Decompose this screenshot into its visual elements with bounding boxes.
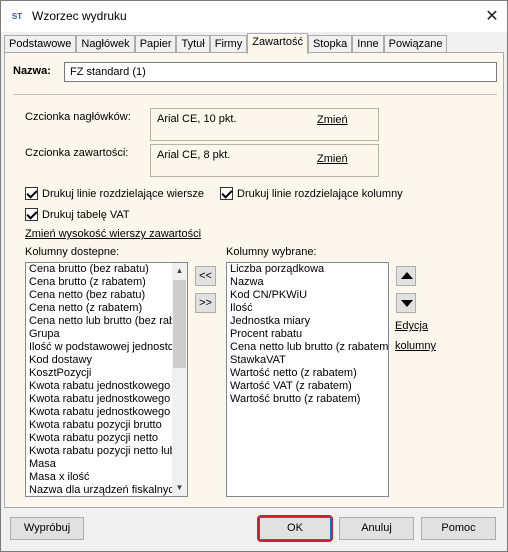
list-item[interactable]: Kwota rabatu pozycji netto xyxy=(26,432,187,445)
help-button[interactable]: Pomoc xyxy=(421,517,496,540)
selected-columns-list[interactable]: Liczba porządkowa Nazwa Kod CN/PKWiU Ilość J… xyxy=(226,262,389,497)
content-font-box: Arial CE, 8 pkt. Zmień xyxy=(150,144,379,177)
window-title: Wzorzec wydruku xyxy=(32,9,127,23)
list-item[interactable]: Cena netto lub brutto (z rabatem) xyxy=(227,341,388,354)
content-font-label: Czcionka zawartości: xyxy=(25,147,129,159)
arrow-up-icon xyxy=(401,272,413,279)
list-item[interactable]: Nazwa xyxy=(227,276,388,289)
ok-button-highlight xyxy=(257,515,333,542)
move-up-button[interactable] xyxy=(396,266,416,286)
list-item[interactable]: Cena netto (bez rabatu) xyxy=(26,289,187,302)
preview-button[interactable]: Wypróbuj xyxy=(10,517,84,540)
list-item[interactable]: Cena netto lub brutto (bez rabatu) xyxy=(26,315,187,328)
remove-column-button[interactable]: << xyxy=(195,266,216,286)
list-item[interactable]: Wartość VAT (z rabatem) xyxy=(227,380,388,393)
list-item[interactable]: Grupa xyxy=(26,328,187,341)
group-divider xyxy=(13,94,497,95)
list-item[interactable]: Procent rabatu xyxy=(227,328,388,341)
vertical-scrollbar[interactable]: ▲ ▼ xyxy=(172,263,187,496)
change-content-font-link[interactable]: Zmień xyxy=(317,153,348,165)
list-item[interactable]: Kwota rabatu pozycji brutto xyxy=(26,419,187,432)
name-input[interactable] xyxy=(64,62,497,82)
cancel-button[interactable]: Anuluj xyxy=(339,517,414,540)
add-column-button[interactable]: >> xyxy=(195,293,216,313)
list-item[interactable]: Cena netto (z rabatem) xyxy=(26,302,187,315)
available-columns-list[interactable]: Cena brutto (bez rabatu) Cena brutto (z r… xyxy=(25,262,188,497)
app-logo-icon: ST xyxy=(11,12,23,21)
content-tab-panel: Nazwa: Czcionka nagłówków: Arial CE, 10 … xyxy=(4,52,504,508)
list-item[interactable]: Ilość xyxy=(227,302,388,315)
list-item[interactable]: Masa xyxy=(26,458,187,471)
title-bar: ST Wzorzec wydruku ✕ xyxy=(1,1,507,32)
name-label: Nazwa: xyxy=(13,65,51,77)
vat-table-label: Drukuj tabelę VAT xyxy=(42,208,130,221)
edit-column-link-line1[interactable]: Edycja xyxy=(395,320,428,332)
list-item[interactable]: Masa x ilość xyxy=(26,471,187,484)
list-item[interactable]: Ilość w podstawowej jednostce xyxy=(26,341,187,354)
arrow-down-icon xyxy=(401,300,413,307)
list-item[interactable]: Cena brutto (z rabatem) xyxy=(26,276,187,289)
close-icon[interactable]: ✕ xyxy=(477,1,507,32)
col-lines-label: Drukuj linie rozdzielające kolumny xyxy=(237,187,403,200)
header-font-box: Arial CE, 10 pkt. Zmień xyxy=(150,108,379,141)
header-font-label: Czcionka nagłówków: xyxy=(25,111,131,123)
selected-columns-label: Kolumny wybrane: xyxy=(226,246,317,258)
available-items: Cena brutto (bez rabatu) Cena brutto (z r… xyxy=(26,263,187,496)
list-item[interactable]: Jednostka miary xyxy=(227,315,388,328)
vat-table-checkbox[interactable]: Drukuj tabelę VAT xyxy=(25,208,130,221)
move-down-button[interactable] xyxy=(396,293,416,313)
header-font-value: Arial CE, 10 pkt. xyxy=(157,113,237,125)
print-template-dialog: ST Wzorzec wydruku ✕ Podstawowe Nagłówek… xyxy=(0,0,508,552)
list-item[interactable]: Kwota rabatu jednostkowego xyxy=(26,393,187,406)
col-lines-checkbox[interactable]: Drukuj linie rozdzielające kolumny xyxy=(220,187,403,200)
scroll-down-icon[interactable]: ▼ xyxy=(172,480,187,496)
list-item[interactable]: Kwota rabatu jednostkowego xyxy=(26,406,187,419)
checkbox-checked-icon xyxy=(25,208,38,221)
list-item[interactable]: Kod CN/PKWiU xyxy=(227,289,388,302)
list-item[interactable]: Kod dostawy xyxy=(26,354,187,367)
tab-strip: Podstawowe Nagłówek Papier Tytuł Firmy Z… xyxy=(4,33,448,54)
list-item[interactable]: KosztPozycji xyxy=(26,367,187,380)
content-font-value: Arial CE, 8 pkt. xyxy=(157,149,231,161)
list-item[interactable]: StawkaVAT xyxy=(227,354,388,367)
selected-items: Liczba porządkowa Nazwa Kod CN/PKWiU Ilość J… xyxy=(227,263,388,406)
tab-zawartosc[interactable]: Zawartość xyxy=(247,33,308,54)
list-item[interactable]: Wartość brutto (z rabatem) xyxy=(227,393,388,406)
list-item[interactable]: Kwota rabatu pozycji netto lub xyxy=(26,445,187,458)
row-lines-checkbox[interactable]: Drukuj linie rozdzielające wiersze xyxy=(25,187,204,200)
list-item[interactable]: Wartość netto (z rabatem) xyxy=(227,367,388,380)
scroll-thumb[interactable] xyxy=(173,280,186,368)
checkbox-checked-icon xyxy=(25,187,38,200)
list-item[interactable]: Nazwa dla urządzeń fiskalnych xyxy=(26,484,187,496)
edit-column-link-line2[interactable]: kolumny xyxy=(395,340,436,352)
scroll-up-icon[interactable]: ▲ xyxy=(172,263,187,279)
list-item[interactable]: Liczba porządkowa xyxy=(227,263,388,276)
checkbox-checked-icon xyxy=(220,187,233,200)
change-header-font-link[interactable]: Zmień xyxy=(317,114,348,126)
list-item[interactable]: Kwota rabatu jednostkowego xyxy=(26,380,187,393)
list-item[interactable]: Cena brutto (bez rabatu) xyxy=(26,263,187,276)
row-lines-label: Drukuj linie rozdzielające wiersze xyxy=(42,187,205,200)
available-columns-label: Kolumny dostepne: xyxy=(25,246,120,258)
row-height-link[interactable]: Zmień wysokość wierszy zawartości xyxy=(25,228,201,240)
